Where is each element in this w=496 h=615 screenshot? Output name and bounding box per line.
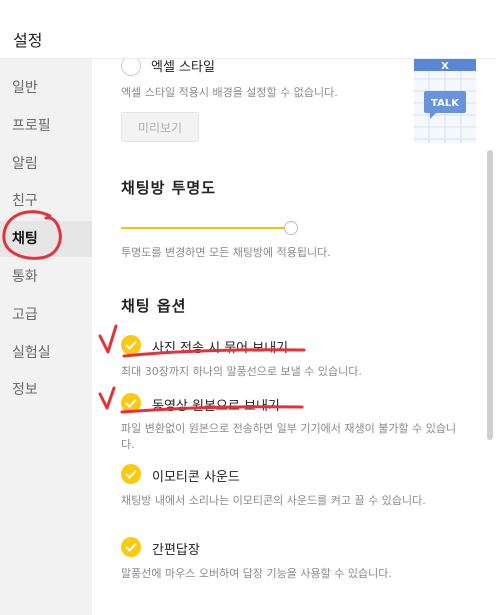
sidebar-item-friends[interactable]: 친구 — [0, 183, 92, 219]
sidebar-item-general[interactable]: 일반 — [0, 70, 92, 106]
checkmark-icon — [125, 340, 137, 350]
emoticon-sound-label: 이모티콘 사운드 — [152, 470, 240, 485]
excel-style-preview-image: X TALK — [414, 59, 476, 143]
sidebar-item-advanced[interactable]: 고급 — [0, 297, 92, 333]
chat-options-section-title: 채팅 옵션 — [121, 297, 187, 315]
preview-x-badge: X — [441, 61, 449, 72]
sidebar-item-lab[interactable]: 실험실 — [0, 335, 92, 371]
excel-style-label: 엑셀 스타일 — [151, 60, 215, 75]
photo-bundle-desc: 최대 30장까지 하나의 말풍선으로 보낼 수 있습니다. — [121, 365, 362, 378]
emoticon-sound-checkbox[interactable] — [121, 464, 141, 484]
sidebar-item-label: 채팅 — [12, 231, 38, 247]
sidebar-item-label: 일반 — [12, 80, 38, 96]
sidebar-item-label: 알림 — [12, 156, 38, 172]
sidebar-item-label: 실험실 — [12, 345, 51, 361]
video-original-desc: 파일 변환없이 원본으로 전송하면 일부 기기에서 재생이 불가할 수 있습니다… — [121, 422, 457, 451]
sidebar-item-info[interactable]: 정보 — [0, 372, 92, 408]
sidebar-item-label: 정보 — [12, 382, 38, 398]
sidebar-item-call[interactable]: 통화 — [0, 259, 92, 295]
video-original-checkbox[interactable] — [121, 393, 141, 413]
emoticon-sound-desc: 채팅방 내에서 소리나는 이모티콘의 사운드를 켜고 끌 수 있습니다. — [121, 494, 426, 507]
sidebar-item-label: 통화 — [12, 269, 38, 285]
video-original-label: 동영상 원본으로 보내기 — [152, 399, 280, 414]
checkmark-icon — [125, 398, 137, 408]
quick-reply-desc: 말풍선에 마우스 오버하여 답장 기능을 사용할 수 있습니다. — [121, 567, 392, 580]
preview-talk-badge: TALK — [431, 98, 460, 109]
preview-button[interactable]: 미리보기 — [121, 112, 199, 142]
settings-header: 설정 — [0, 0, 496, 58]
transparency-section-title: 채팅방 투명도 — [121, 179, 217, 197]
checkmark-icon — [125, 469, 137, 479]
checkmark-icon — [125, 542, 137, 552]
transparency-slider-track[interactable] — [121, 227, 291, 229]
sidebar: 일반 프로필 알림 친구 채팅 통화 고급 실험실 정보 — [0, 59, 92, 615]
sidebar-item-label: 프로필 — [12, 118, 51, 134]
quick-reply-label: 간편답장 — [152, 543, 200, 558]
quick-reply-checkbox[interactable] — [121, 537, 141, 557]
excel-style-radio[interactable] — [121, 59, 141, 76]
sidebar-item-label: 고급 — [12, 307, 38, 323]
sidebar-item-notifications[interactable]: 알림 — [0, 146, 92, 182]
excel-style-desc: 엑셀 스타일 적용시 배경을 설정할 수 없습니다. — [121, 86, 338, 99]
transparency-desc: 투명도를 변경하면 모든 채팅방에 적용됩니다. — [121, 246, 331, 259]
photo-bundle-checkbox[interactable] — [121, 335, 141, 355]
transparency-slider-thumb[interactable] — [284, 221, 298, 235]
sidebar-item-profile[interactable]: 프로필 — [0, 108, 92, 144]
sidebar-item-chat[interactable]: 채팅 — [0, 221, 92, 257]
photo-bundle-label: 사진 전송 시 묶어 보내기 — [152, 341, 289, 356]
sidebar-item-label: 친구 — [12, 193, 38, 209]
page-title: 설정 — [13, 31, 43, 50]
scrollbar-thumb[interactable] — [487, 150, 493, 440]
